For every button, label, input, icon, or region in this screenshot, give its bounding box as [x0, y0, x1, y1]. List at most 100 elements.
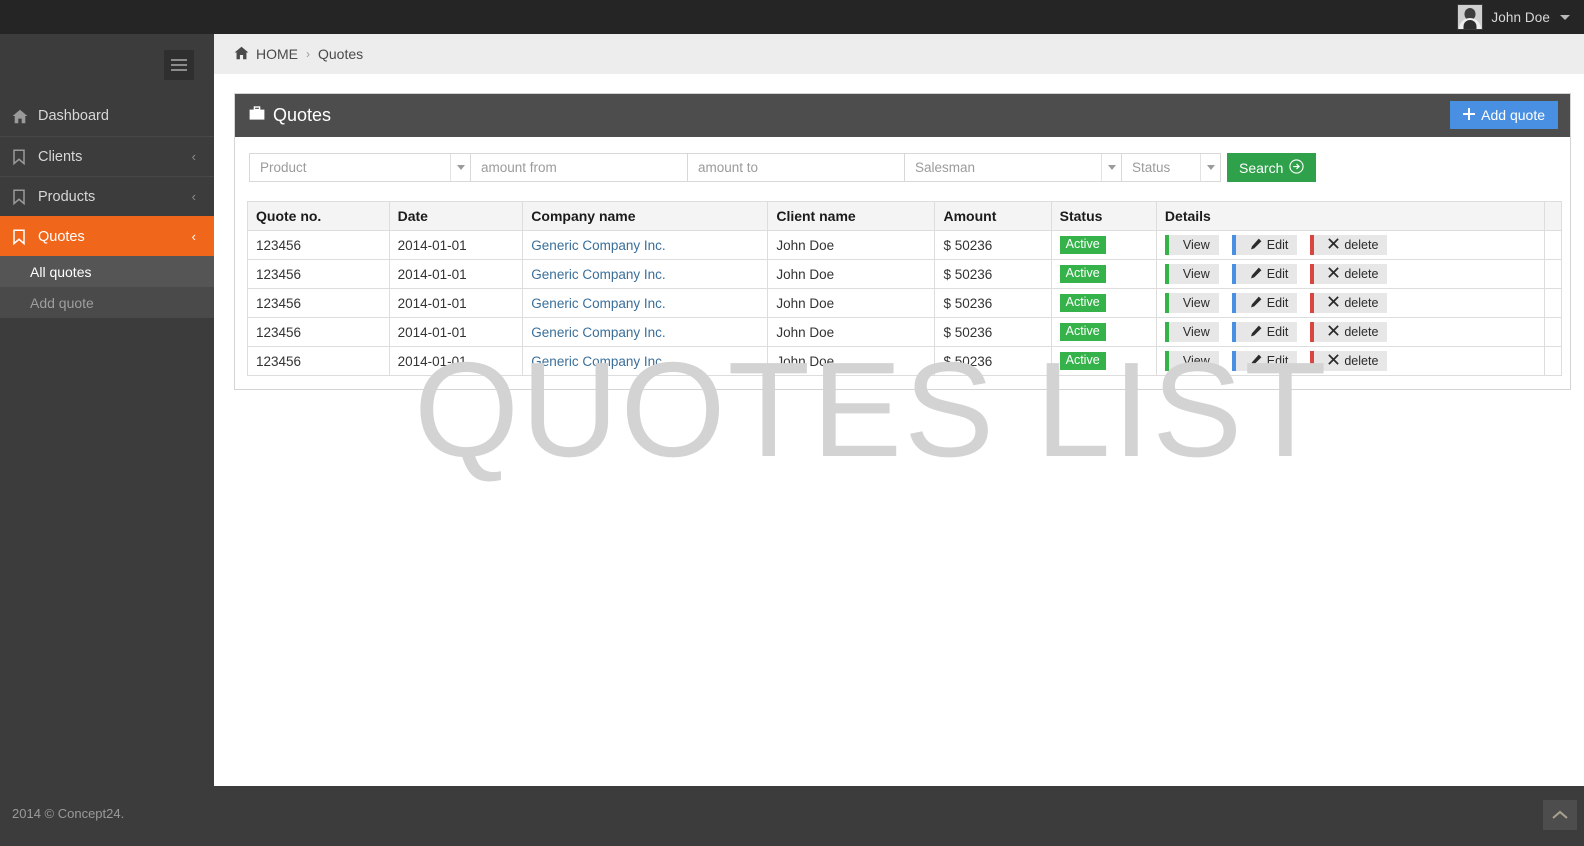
cell-amount: $ 50236: [935, 260, 1051, 289]
caret-down-icon[interactable]: [1200, 154, 1220, 181]
home-icon: [12, 109, 38, 124]
user-menu[interactable]: John Doe: [1457, 0, 1570, 34]
sidebar-item-clients[interactable]: Clients ‹: [0, 136, 214, 176]
cell-status: Active: [1051, 318, 1156, 347]
cell-date: 2014-01-01: [389, 260, 523, 289]
sidebar-subitem-all-quotes[interactable]: All quotes: [0, 256, 214, 287]
add-quote-button[interactable]: Add quote: [1450, 101, 1558, 129]
view-button-label: View: [1183, 354, 1210, 368]
row-actions: View Edit delete: [1165, 351, 1536, 371]
row-actions: View Edit delete: [1165, 264, 1536, 284]
edit-button[interactable]: Edit: [1232, 322, 1298, 342]
product-select[interactable]: Product: [249, 153, 471, 182]
delete-button[interactable]: delete: [1310, 293, 1387, 313]
company-link[interactable]: Generic Company Inc.: [531, 267, 665, 282]
view-button[interactable]: View: [1165, 351, 1219, 371]
search-button[interactable]: Search: [1227, 153, 1316, 182]
table-row: 1234562014-01-01Generic Company Inc.John…: [248, 231, 1562, 260]
cell-status: Active: [1051, 289, 1156, 318]
chevron-left-icon[interactable]: ‹: [192, 150, 196, 163]
amount-to-input[interactable]: amount to: [687, 153, 905, 182]
view-button[interactable]: View: [1165, 322, 1219, 342]
delete-button[interactable]: delete: [1310, 235, 1387, 255]
breadcrumb-home[interactable]: HOME: [234, 46, 298, 63]
cell-quote-no: 123456: [248, 231, 390, 260]
cell-status: Active: [1051, 260, 1156, 289]
status-badge: Active: [1060, 236, 1106, 255]
cell-date: 2014-01-01: [389, 347, 523, 376]
cell-client: John Doe: [768, 347, 935, 376]
action-color-bar: [1232, 293, 1236, 313]
chevron-down-icon[interactable]: [1560, 15, 1570, 20]
home-icon: [234, 46, 249, 63]
cell-amount: $ 50236: [935, 231, 1051, 260]
delete-button[interactable]: delete: [1310, 351, 1387, 371]
sidebar-submenu-quotes: All quotes Add quote: [0, 256, 214, 318]
th-quote-no: Quote no.: [248, 202, 390, 231]
company-link[interactable]: Generic Company Inc.: [531, 238, 665, 253]
delete-button[interactable]: delete: [1310, 264, 1387, 284]
status-badge: Active: [1060, 265, 1106, 284]
briefcase-icon: [249, 105, 265, 126]
edit-button[interactable]: Edit: [1232, 293, 1298, 313]
cell-blank: [1545, 260, 1562, 289]
delete-button-label: delete: [1344, 296, 1378, 310]
caret-down-icon[interactable]: [450, 154, 470, 181]
times-icon: [1328, 325, 1339, 339]
delete-button-label: delete: [1344, 325, 1378, 339]
status-select[interactable]: Status: [1121, 153, 1221, 182]
cell-details: View Edit delete: [1156, 318, 1544, 347]
sidebar-subitem-add-quote[interactable]: Add quote: [0, 287, 214, 318]
delete-button[interactable]: delete: [1310, 322, 1387, 342]
row-actions: View Edit delete: [1165, 235, 1536, 255]
cell-status: Active: [1051, 347, 1156, 376]
status-badge: Active: [1060, 352, 1106, 371]
caret-down-icon[interactable]: [1101, 154, 1121, 181]
view-button-label: View: [1183, 325, 1210, 339]
table-row: 1234562014-01-01Generic Company Inc.John…: [248, 289, 1562, 318]
edit-button[interactable]: Edit: [1232, 235, 1298, 255]
amount-from-input[interactable]: amount from: [470, 153, 688, 182]
page-title: Quotes: [249, 105, 331, 126]
amount-from-placeholder: amount from: [471, 160, 557, 175]
scroll-to-top-button[interactable]: [1543, 800, 1577, 830]
th-company: Company name: [523, 202, 768, 231]
sidebar-item-products[interactable]: Products ‹: [0, 176, 214, 216]
filter-bar: Product amount from amount to Salesman S…: [235, 137, 1570, 182]
chevron-left-icon[interactable]: ‹: [192, 230, 196, 243]
bookmark-icon: [12, 149, 38, 165]
pencil-icon: [1250, 296, 1262, 311]
view-button[interactable]: View: [1165, 264, 1219, 284]
cell-quote-no: 123456: [248, 347, 390, 376]
view-button[interactable]: View: [1165, 235, 1219, 255]
add-quote-label: Add quote: [1481, 107, 1545, 123]
action-color-bar: [1310, 322, 1314, 342]
action-color-bar: [1165, 264, 1169, 284]
company-link[interactable]: Generic Company Inc.: [531, 296, 665, 311]
table-row: 1234562014-01-01 Generic Company Inc. John…: [248, 347, 1562, 376]
edit-button[interactable]: Edit: [1232, 264, 1298, 284]
bookmark-icon: [12, 229, 38, 245]
footer-copyright: 2014 © Concept24.: [12, 806, 124, 821]
panel-header: Quotes Add quote: [235, 94, 1570, 137]
main-content: HOME › Quotes Quotes Add quote: [214, 34, 1584, 786]
edit-button[interactable]: Edit: [1232, 351, 1298, 371]
status-badge: Active: [1060, 294, 1106, 313]
cell-details: View Edit delete: [1156, 260, 1544, 289]
cell-details: View Edit delete: [1156, 231, 1544, 260]
chevron-left-icon[interactable]: ‹: [192, 190, 196, 203]
company-link[interactable]: Generic Company Inc.: [531, 354, 665, 369]
edit-button-label: Edit: [1267, 267, 1289, 281]
salesman-select[interactable]: Salesman: [904, 153, 1122, 182]
action-color-bar: [1310, 351, 1314, 371]
sidebar-item-label: Clients: [38, 149, 192, 165]
sidebar-item-quotes[interactable]: Quotes ‹: [0, 216, 214, 256]
view-button[interactable]: View: [1165, 293, 1219, 313]
company-link[interactable]: Generic Company Inc.: [531, 325, 665, 340]
hamburger-menu-icon[interactable]: [164, 50, 194, 80]
cell-status: Active: [1051, 231, 1156, 260]
sidebar-item-label: Quotes: [38, 229, 192, 245]
sidebar-item-label: Products: [38, 189, 192, 205]
cell-amount: $ 50236: [935, 347, 1051, 376]
sidebar-item-dashboard[interactable]: Dashboard: [0, 96, 214, 136]
